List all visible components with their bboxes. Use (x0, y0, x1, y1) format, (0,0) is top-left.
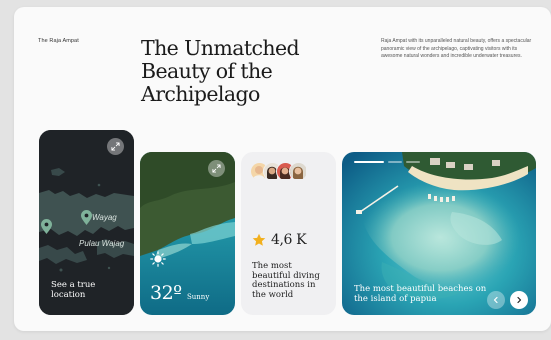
chevron-left-icon (493, 296, 498, 304)
hero-panel: The Raja Ampat The Unmatched Beauty of t… (14, 7, 551, 331)
title-line: The Unmatched (141, 36, 300, 60)
place-label-wayag: Wayag (92, 213, 117, 222)
map-pin-icon[interactable] (40, 219, 53, 235)
title-line: Beauty of the (141, 59, 273, 83)
sun-icon (150, 251, 166, 267)
expand-icon (212, 164, 221, 173)
weather-condition: Sunny (187, 293, 210, 301)
expand-button[interactable] (107, 138, 124, 155)
slide-indicator[interactable] (406, 161, 420, 163)
brand-label: The Raja Ampat (38, 38, 79, 44)
rating-card-caption: The most beautiful diving destinations i… (252, 261, 320, 300)
expand-icon (111, 142, 120, 151)
star-icon (252, 233, 266, 246)
place-label-pulau-wajag: Pulau Wajag (79, 239, 125, 248)
slide-indicators (354, 161, 420, 163)
island-card-caption: The most beautiful beaches on the island… (354, 284, 487, 304)
slide-indicator[interactable] (388, 161, 402, 163)
rating-row: 4,6 K (252, 232, 307, 248)
previous-slide-button[interactable] (487, 291, 505, 309)
visitor-avatars (250, 162, 320, 182)
map-card[interactable]: Wayag Pulau Wajag See a true location (39, 130, 134, 315)
temperature-value: 32º (150, 282, 182, 304)
avatar (289, 162, 308, 181)
page-title: The Unmatched Beauty of the Archipelago (141, 37, 341, 106)
rating-value: 4,6 K (271, 232, 307, 248)
chevron-right-icon (517, 296, 522, 304)
map-card-caption: See a true location (51, 280, 96, 300)
island-card[interactable]: The most beautiful beaches on the island… (342, 152, 536, 315)
expand-button[interactable] (208, 160, 225, 177)
weather-card[interactable]: 32º Sunny (140, 152, 235, 315)
title-line: Archipelago (141, 82, 260, 106)
next-slide-button[interactable] (510, 291, 528, 309)
slide-indicator[interactable] (354, 161, 384, 163)
intro-description: Raja Ampat with its unparalleled natural… (381, 38, 532, 60)
rating-card[interactable]: 4,6 K The most beautiful diving destinat… (241, 152, 336, 315)
